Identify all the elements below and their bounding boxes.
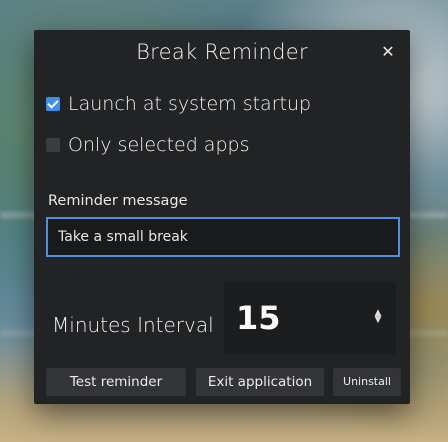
desktop-background: Break Reminder ✕ Launch at system startu…	[0, 0, 448, 442]
reminder-message-input[interactable]	[46, 217, 400, 257]
test-reminder-button[interactable]: Test reminder	[46, 368, 186, 396]
up-down-arrows-icon[interactable]: ▲ ▼	[372, 309, 384, 325]
minutes-interval-stepper[interactable]: 15 ▲ ▼	[224, 282, 396, 354]
launch-at-startup-label: Launch at system startup	[68, 93, 312, 115]
only-selected-apps-checkbox[interactable]: Only selected apps	[46, 134, 249, 156]
launch-at-startup-checkbox[interactable]: Launch at system startup	[46, 93, 311, 115]
dialog-title: Break Reminder	[136, 40, 308, 64]
close-icon[interactable]: ✕	[374, 38, 402, 66]
exit-application-button[interactable]: Exit application	[196, 368, 324, 396]
reminder-message-label: Reminder message	[48, 193, 188, 209]
minutes-interval-value: 15	[236, 299, 281, 337]
minutes-interval-label: Minutes Interval	[52, 313, 214, 337]
uninstall-button[interactable]: Uninstall	[333, 368, 401, 396]
checkbox-checked-icon[interactable]	[46, 97, 60, 111]
break-reminder-dialog: Break Reminder ✕ Launch at system startu…	[34, 30, 410, 404]
checkbox-unchecked-icon[interactable]	[46, 138, 60, 152]
only-selected-apps-label: Only selected apps	[68, 134, 250, 156]
